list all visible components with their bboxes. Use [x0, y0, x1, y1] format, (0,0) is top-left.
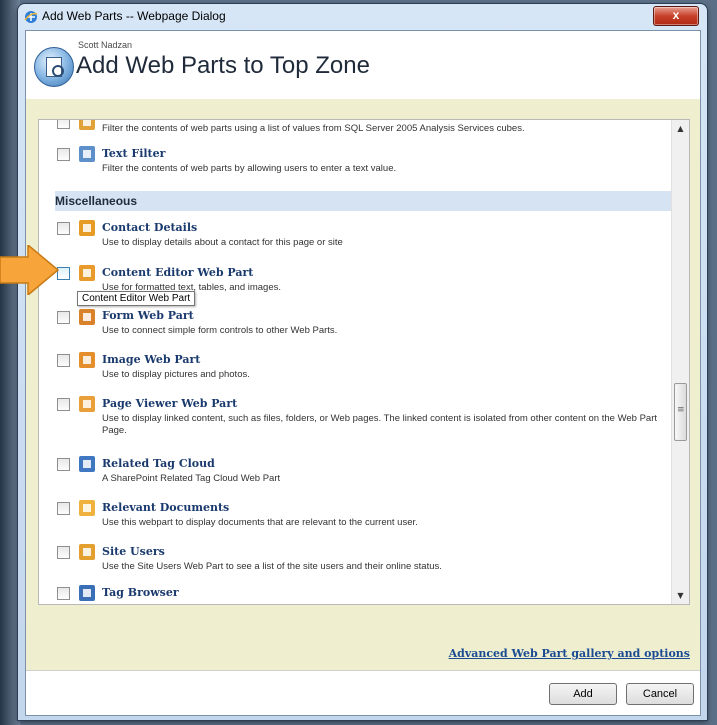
item-checkbox[interactable]	[57, 120, 70, 129]
dialog-window: Add Web Parts -- Webpage Dialog x Scott …	[18, 4, 707, 720]
page-viewer-icon	[79, 396, 95, 412]
scroll-down-arrow-icon[interactable]: ▼	[672, 587, 689, 604]
item-description: A SharePoint Related Tag Cloud Web Part	[102, 473, 281, 484]
dialog-header: Scott Nadzan Add Web Parts to Top Zone	[26, 31, 700, 100]
dialog-client-area: Scott Nadzan Add Web Parts to Top Zone F…	[25, 30, 701, 716]
scrollbar-thumb[interactable]: ≡	[674, 383, 687, 441]
close-icon: x	[672, 8, 680, 22]
contact-details-icon	[79, 220, 95, 236]
item-title[interactable]: Form Web Part	[102, 309, 194, 322]
tag-browser-icon	[79, 585, 95, 601]
item-checkbox[interactable]	[57, 222, 70, 235]
item-checkbox[interactable]	[57, 502, 70, 515]
item-checkbox[interactable]	[57, 546, 70, 559]
item-checkbox[interactable]	[57, 458, 70, 471]
item-description: Use to display pictures and photos.	[102, 369, 250, 380]
item-title[interactable]: Page Viewer Web Part	[102, 397, 237, 410]
form-web-part-icon	[79, 309, 95, 325]
olap-filter-icon	[79, 120, 95, 130]
item-title[interactable]: Contact Details	[102, 221, 197, 234]
dialog-footer: Add Cancel	[26, 670, 700, 715]
item-checkbox[interactable]	[57, 354, 70, 367]
cancel-button[interactable]: Cancel	[626, 683, 694, 705]
item-checkbox[interactable]	[57, 398, 70, 411]
add-web-parts-logo-icon	[34, 47, 74, 87]
user-name: Scott Nadzan	[78, 40, 133, 50]
item-title[interactable]: Relevant Documents	[102, 501, 229, 514]
close-button[interactable]: x	[653, 6, 699, 26]
item-description: Filter the contents of web parts using a…	[102, 123, 525, 134]
desktop-background	[0, 0, 20, 725]
web-parts-list-content: Filter the contents of web parts using a…	[39, 120, 671, 604]
relevant-documents-icon	[79, 500, 95, 516]
item-checkbox[interactable]	[57, 311, 70, 324]
category-header: Miscellaneous	[55, 191, 671, 211]
item-description: Use to display details about a contact f…	[102, 237, 343, 248]
ie-icon	[24, 11, 38, 23]
title-bar[interactable]: Add Web Parts -- Webpage Dialog x	[18, 4, 707, 30]
pointer-arrow-icon	[0, 245, 60, 295]
window-title: Add Web Parts -- Webpage Dialog	[42, 9, 226, 23]
item-description: Filter the contents of web parts by allo…	[102, 163, 397, 174]
item-title[interactable]: Site Users	[102, 545, 165, 558]
content-editor-icon	[79, 265, 95, 281]
item-title[interactable]: Related Tag Cloud	[102, 457, 215, 470]
item-title[interactable]: Tag Browser	[102, 586, 179, 599]
related-tag-cloud-icon	[79, 456, 95, 472]
page-title: Add Web Parts to Top Zone	[76, 52, 370, 79]
vertical-scrollbar[interactable]: ▲ ≡ ▼	[671, 120, 689, 604]
image-web-part-icon	[79, 352, 95, 368]
category-label: Miscellaneous	[55, 194, 138, 208]
grip-icon: ≡	[677, 405, 685, 415]
item-checkbox[interactable]	[57, 587, 70, 600]
item-title[interactable]: Text Filter	[102, 147, 165, 160]
item-description: Use the Site Users Web Part to see a lis…	[102, 561, 442, 572]
add-button[interactable]: Add	[549, 683, 617, 705]
tooltip: Content Editor Web Part	[77, 291, 196, 306]
item-description: Use this webpart to display documents th…	[102, 517, 418, 528]
site-users-icon	[79, 544, 95, 560]
item-description: Use to connect simple form controls to o…	[102, 325, 338, 336]
scroll-up-arrow-icon[interactable]: ▲	[672, 120, 689, 137]
advanced-gallery-link[interactable]: Advanced Web Part gallery and options	[449, 647, 690, 660]
text-filter-icon	[79, 146, 95, 162]
item-title[interactable]: Image Web Part	[102, 353, 200, 366]
item-title[interactable]: Content Editor Web Part	[102, 266, 253, 279]
item-description: Use to display linked content, such as f…	[102, 413, 657, 436]
web-parts-list[interactable]: Filter the contents of web parts using a…	[38, 119, 690, 605]
dialog-body: Filter the contents of web parts using a…	[26, 99, 700, 671]
item-checkbox[interactable]	[57, 148, 70, 161]
